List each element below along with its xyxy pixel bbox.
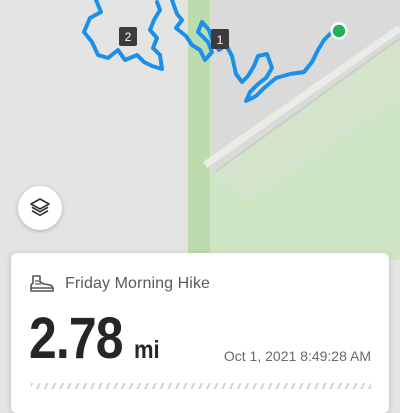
distance-unit: mi <box>133 336 160 364</box>
activity-card[interactable]: Friday Morning Hike 2.78 mi Oct 1, 2021 … <box>11 253 389 413</box>
distance-value: 2.78 <box>29 306 124 371</box>
activity-header: Friday Morning Hike <box>29 273 210 295</box>
activity-timestamp: Oct 1, 2021 8:49:28 AM <box>223 348 371 364</box>
distance-display: 2.78 mi <box>29 305 163 372</box>
layers-button[interactable] <box>18 186 62 230</box>
hiking-boot-icon <box>30 275 54 292</box>
divider <box>31 383 371 389</box>
activity-title: Friday Morning Hike <box>65 275 211 292</box>
route-end-point[interactable] <box>330 22 348 40</box>
route-marker-1[interactable]: 1 <box>211 29 229 49</box>
layers-icon <box>30 198 50 217</box>
route-marker-1-label: 1 <box>217 33 224 47</box>
route-marker-2-label: 2 <box>125 30 132 44</box>
route-marker-2[interactable]: 2 <box>119 27 137 46</box>
